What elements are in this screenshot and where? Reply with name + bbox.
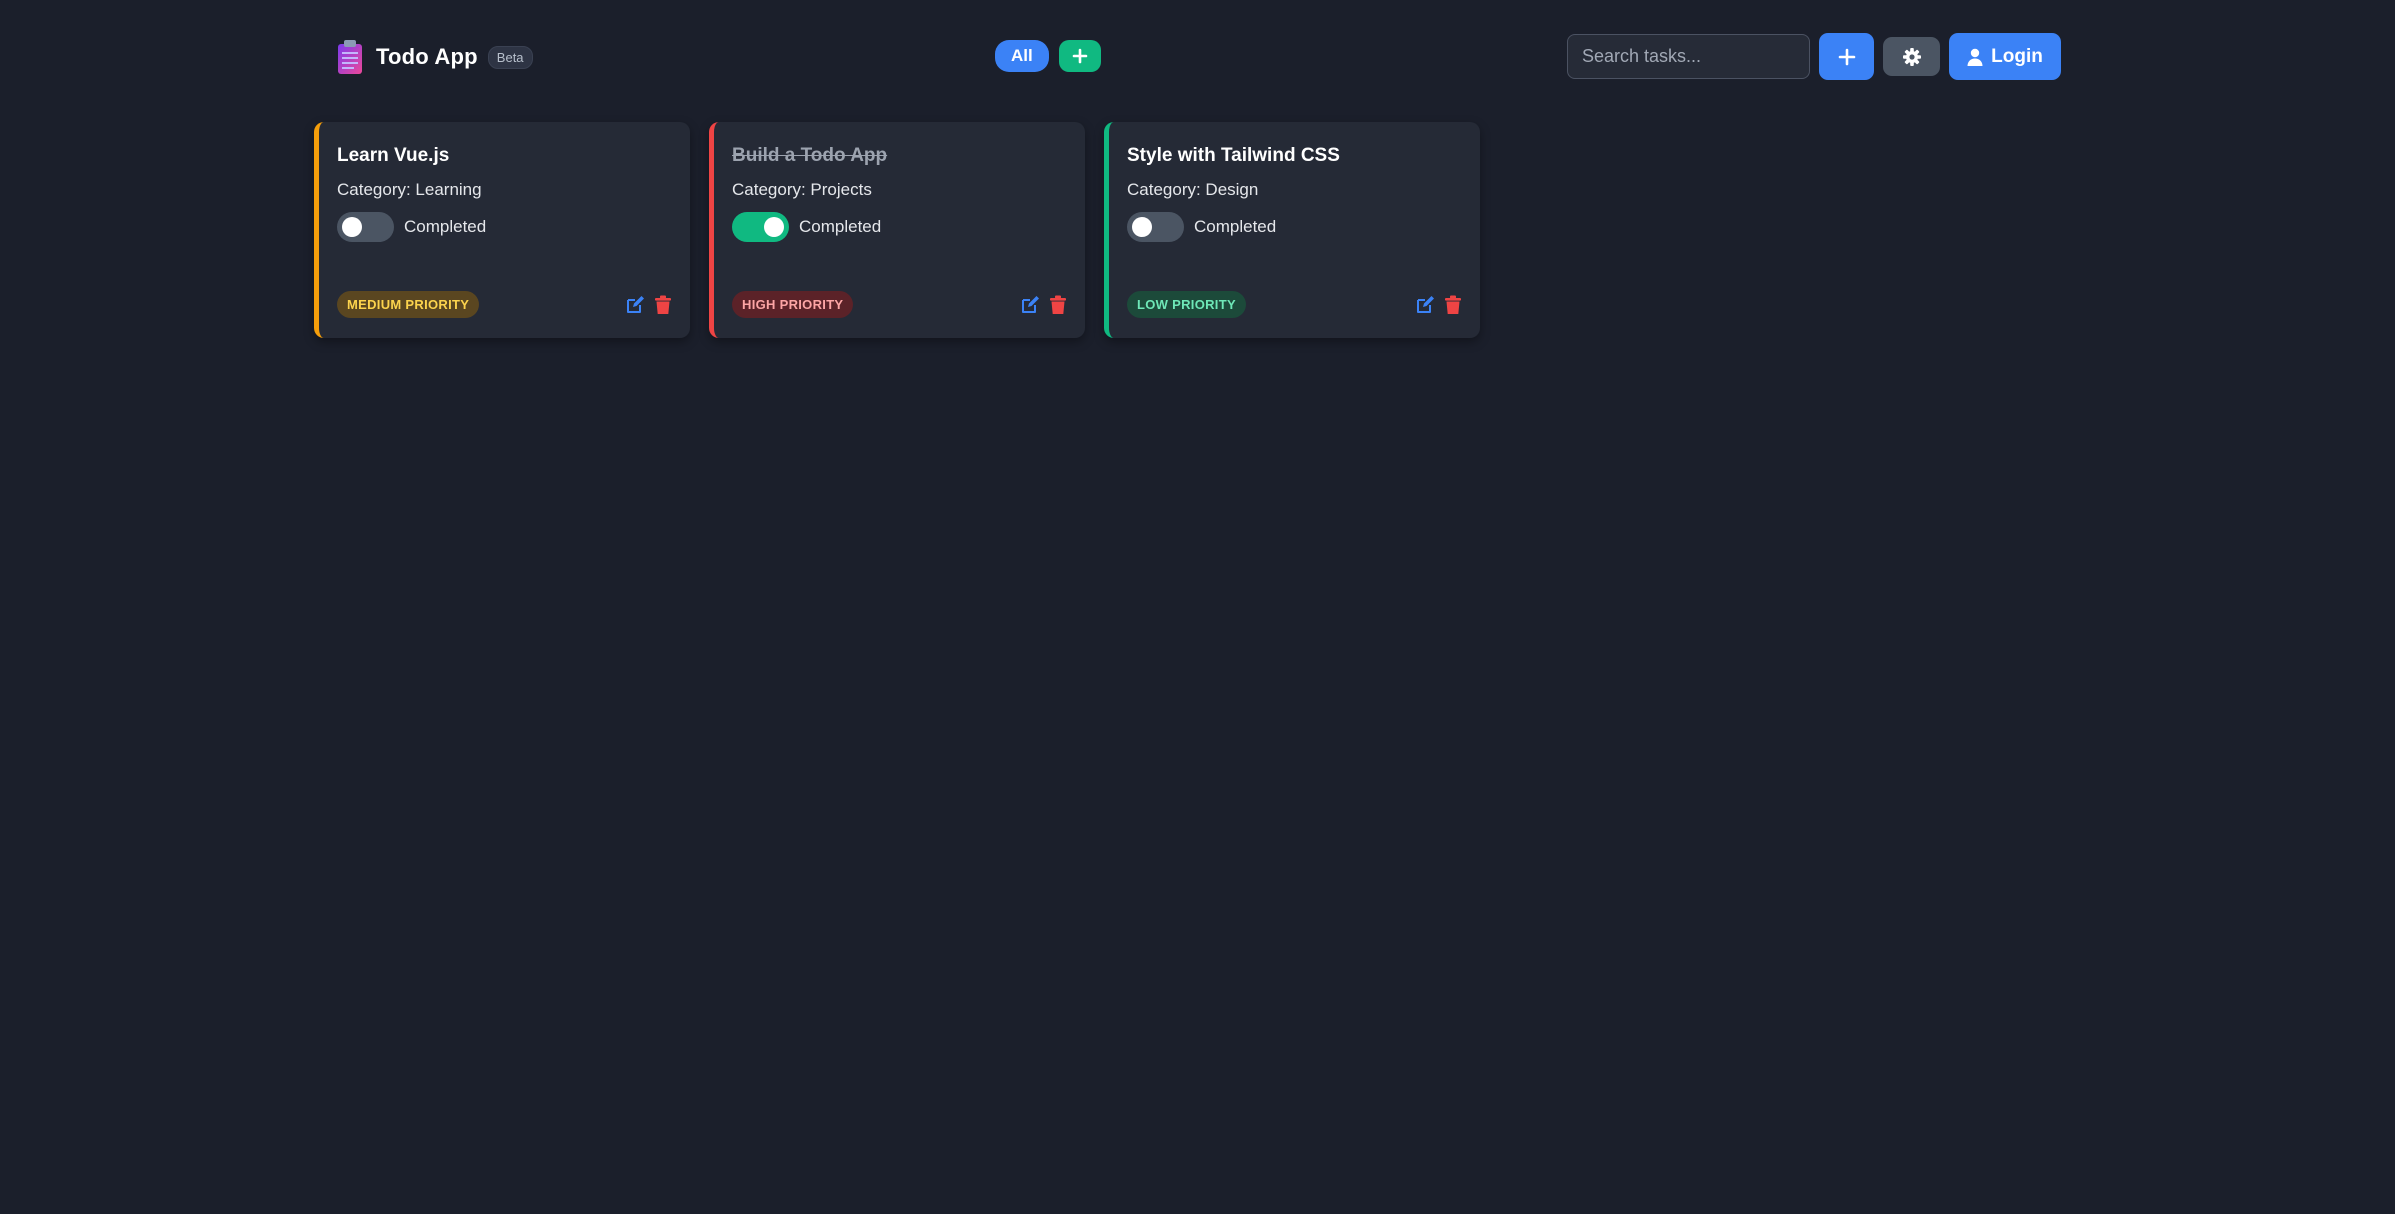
beta-badge: Beta [487,45,533,69]
filter-all-button[interactable]: All [995,40,1049,72]
priority-badge: HIGH PRIORITY [732,291,854,318]
task-category: Category: Learning [337,180,482,199]
trash-icon[interactable] [654,295,672,315]
plus-icon [1072,48,1088,64]
search-input[interactable] [1567,34,1810,79]
task-title: Style with Tailwind CSS [1127,145,1340,166]
plus-icon [1838,48,1855,65]
app-header: Todo App Beta All Search tasks... Login [0,0,2395,112]
clipboard-icon [338,40,362,74]
toggle-knob [342,217,362,237]
settings-button[interactable] [1883,37,1940,76]
filter-group: All [995,40,1101,72]
task-card: Build a Todo App Category: Projects Comp… [709,122,1085,338]
completed-label: Completed [404,217,487,236]
task-category: Category: Design [1127,180,1259,199]
task-actions [1416,295,1462,315]
toggle-knob [764,217,784,237]
priority-badge: MEDIUM PRIORITY [337,291,480,318]
task-actions [1021,295,1067,315]
completed-label: Completed [799,217,882,236]
filter-add-button[interactable] [1058,40,1101,72]
edit-icon[interactable] [626,295,644,315]
completed-toggle-row: Completed [732,212,1067,242]
edit-icon[interactable] [1416,295,1434,315]
login-label: Login [1991,45,2043,67]
completed-toggle[interactable] [732,212,789,242]
task-category: Category: Projects [732,180,872,199]
edit-icon[interactable] [1021,295,1039,315]
user-icon [1967,48,1983,66]
login-button[interactable]: Login [1949,33,2061,80]
add-task-button[interactable] [1819,33,1874,80]
completed-toggle[interactable] [1127,212,1184,242]
task-title: Learn Vue.js [337,145,450,166]
toggle-knob [1132,217,1152,237]
priority-badge: LOW PRIORITY [1127,291,1246,318]
brand: Todo App Beta [336,36,533,78]
trash-icon[interactable] [1444,295,1462,315]
completed-toggle-row: Completed [1127,212,1462,242]
app-title: Todo App [376,44,478,69]
task-actions [626,295,672,315]
task-card: Learn Vue.js Category: Learning Complete… [314,122,690,338]
completed-toggle[interactable] [337,212,394,242]
task-list: Learn Vue.js Category: Learning Complete… [314,122,1480,338]
gear-icon [1902,47,1921,66]
completed-toggle-row: Completed [337,212,672,242]
completed-label: Completed [1194,217,1277,236]
trash-icon[interactable] [1049,295,1067,315]
task-card: Style with Tailwind CSS Category: Design… [1104,122,1480,338]
task-title: Build a Todo App [732,145,888,166]
